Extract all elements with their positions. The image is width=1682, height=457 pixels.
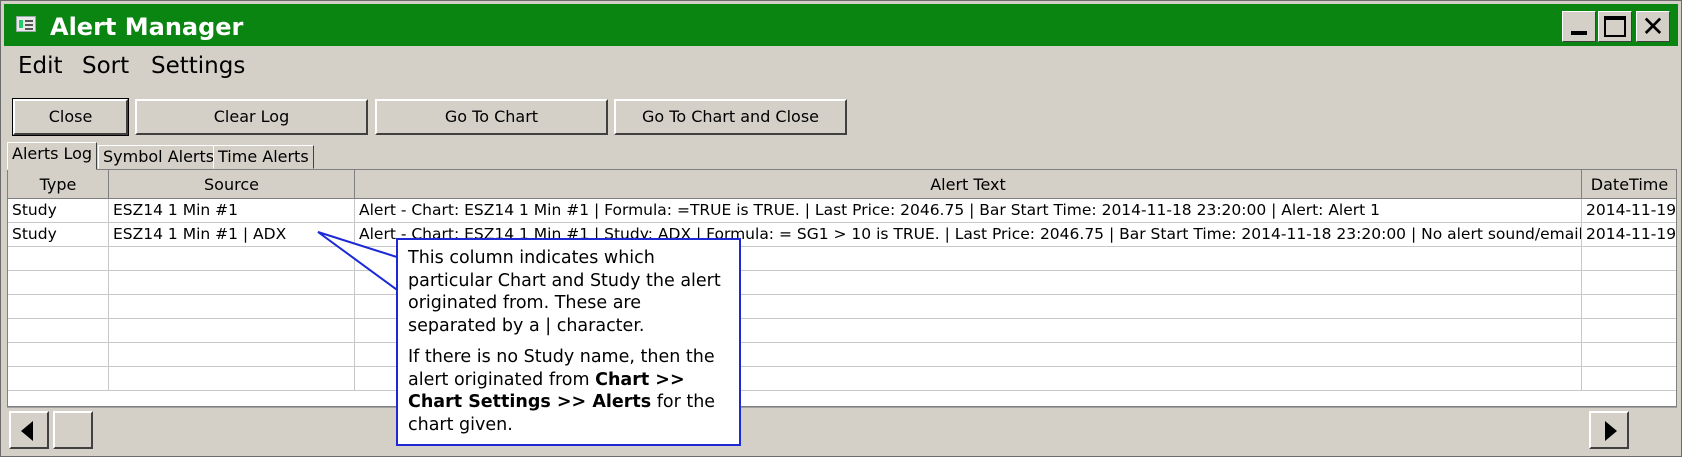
callout-annotation: This column indicates which particular C… <box>396 238 741 446</box>
callout-pointer <box>317 231 402 294</box>
callout-paragraph-1: This column indicates which particular C… <box>408 248 721 336</box>
callout-paragraph-2: If there is no Study name, then the aler… <box>408 347 716 435</box>
